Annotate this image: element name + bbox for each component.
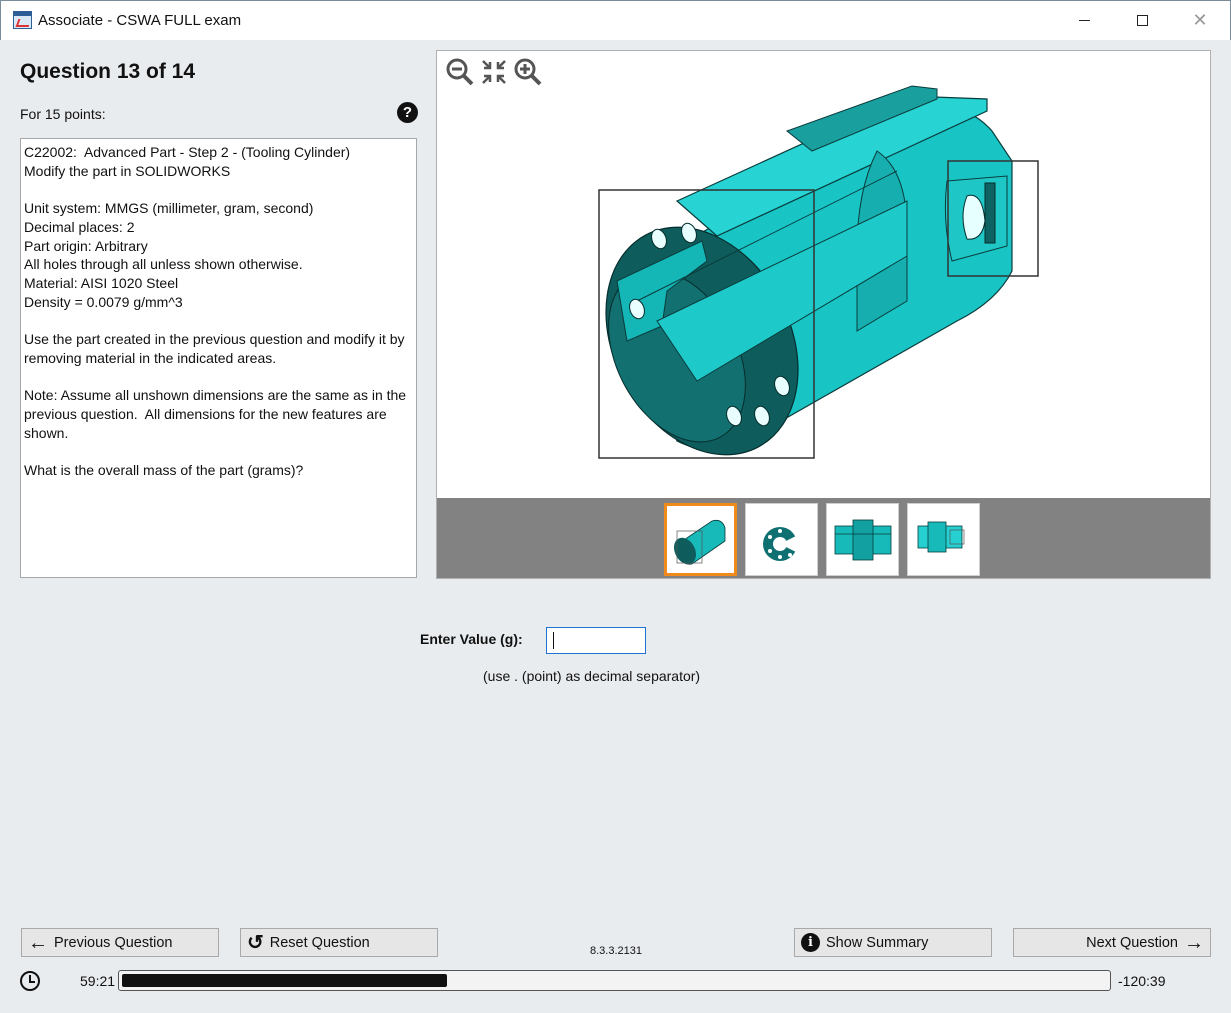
zoom-toolbar (445, 57, 543, 87)
minimize-button[interactable] (1055, 1, 1113, 39)
zoom-out-icon[interactable] (445, 57, 475, 87)
minimize-icon (1078, 19, 1090, 21)
next-question-label: Next Question (1086, 934, 1178, 951)
thumbnail-strip (437, 498, 1210, 578)
app-icon (13, 11, 32, 29)
window-title: Associate - CSWA FULL exam (38, 12, 242, 29)
show-summary-button[interactable]: i Show Summary (794, 928, 992, 957)
thumbnail-4-image (917, 521, 965, 553)
enter-value-label: Enter Value (g): (420, 631, 523, 647)
thumbnail-4[interactable] (907, 503, 980, 576)
question-title: Question 13 of 14 (20, 60, 196, 83)
help-icon[interactable]: ? (397, 102, 418, 123)
close-button[interactable]: ✕ (1171, 1, 1229, 39)
thumbnail-1-image (673, 519, 726, 565)
time-progress-fill (122, 974, 448, 987)
maximize-icon (1136, 14, 1148, 26)
clock-icon (20, 971, 40, 991)
show-summary-label: Show Summary (826, 934, 929, 951)
maximize-button[interactable] (1113, 1, 1171, 39)
part-drawing (598, 85, 1039, 459)
text-cursor (553, 632, 554, 649)
remaining-time: -120:39 (1118, 973, 1166, 989)
info-icon: i (801, 933, 820, 952)
version-label: 8.3.3.2131 (590, 945, 642, 957)
thumbnail-2[interactable] (745, 503, 818, 576)
reset-icon: ↺ (247, 931, 264, 954)
arrow-right-icon: → (1184, 931, 1204, 954)
elapsed-time: 59:21 (80, 973, 116, 989)
value-input[interactable] (546, 627, 646, 654)
decimal-hint: (use . (point) as decimal separator) (483, 668, 701, 684)
thumbnail-3-image (834, 519, 892, 561)
time-progress-bar (118, 970, 1111, 991)
previous-question-label: Previous Question (54, 934, 173, 951)
reset-question-label: Reset Question (269, 934, 370, 951)
arrow-left-icon: ← (28, 931, 48, 954)
points-label: For 15 points: (20, 106, 106, 122)
thumbnail-3[interactable] (826, 503, 899, 576)
fit-icon[interactable] (479, 57, 509, 87)
question-text-box[interactable]: C22002: Advanced Part - Step 2 - (Toolin… (20, 138, 417, 578)
question-text: C22002: Advanced Part - Step 2 - (Toolin… (24, 144, 407, 478)
reset-question-button[interactable]: ↺ Reset Question (240, 928, 438, 957)
title-bar: Associate - CSWA FULL exam ✕ (0, 0, 1231, 40)
image-viewer (436, 50, 1211, 579)
thumbnail-1[interactable] (664, 503, 737, 576)
next-question-button[interactable]: Next Question → (1013, 928, 1211, 957)
previous-question-button[interactable]: ← Previous Question (21, 928, 219, 957)
part-image[interactable] (437, 51, 1210, 498)
thumbnail-2-image (763, 527, 800, 561)
zoom-in-icon[interactable] (513, 57, 543, 87)
